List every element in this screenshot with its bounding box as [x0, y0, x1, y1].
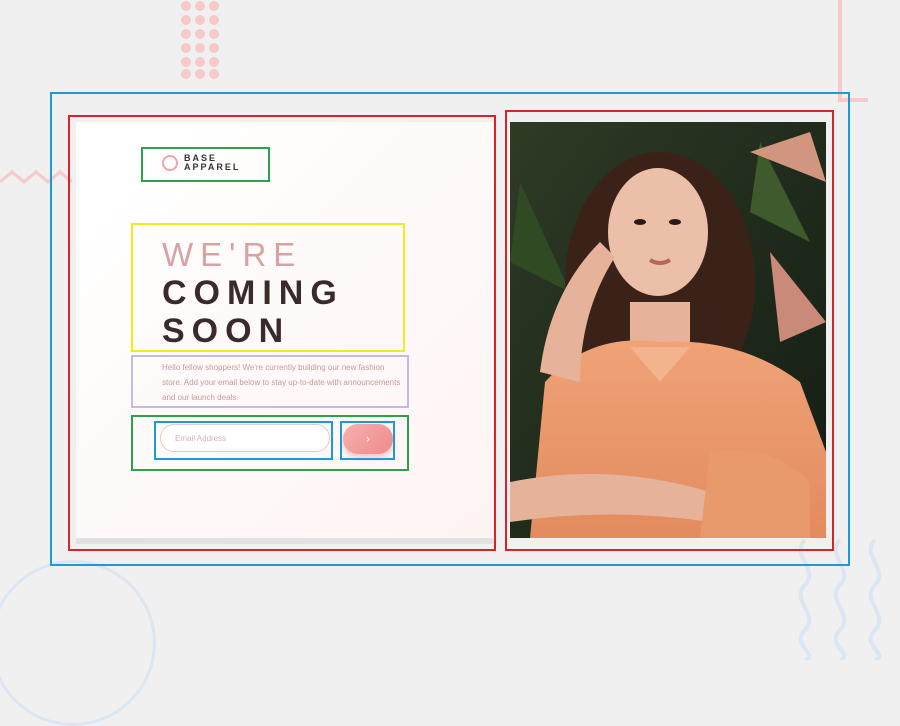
page-headline: WE'RE COMING SOON — [162, 236, 344, 350]
description-text: Hello fellow shoppers! We're currently b… — [162, 363, 401, 402]
circle-decoration — [0, 560, 156, 726]
pink-line-decoration-h — [838, 98, 868, 102]
model-photo-illustration — [510, 122, 826, 538]
headline-dark-2: SOON — [162, 312, 291, 350]
headline-light: WE'RE — [162, 236, 303, 273]
brand-line2: APPAREL — [184, 162, 241, 172]
pink-line-decoration — [838, 0, 842, 100]
email-input[interactable] — [160, 424, 330, 452]
squiggle-decoration — [798, 538, 882, 660]
zigzag-decoration — [0, 170, 73, 184]
hero-image — [510, 122, 826, 538]
logo-circle-icon — [162, 155, 178, 171]
brand-name: BASE APPAREL — [184, 154, 240, 172]
brand-logo[interactable]: BASE APPAREL — [162, 154, 240, 172]
email-signup-form: › — [160, 424, 393, 454]
arrow-right-icon: › — [365, 432, 371, 446]
submit-button[interactable]: › — [343, 424, 393, 454]
headline-dark-1: COMING — [162, 274, 344, 312]
dots-pattern-decoration — [181, 1, 219, 79]
